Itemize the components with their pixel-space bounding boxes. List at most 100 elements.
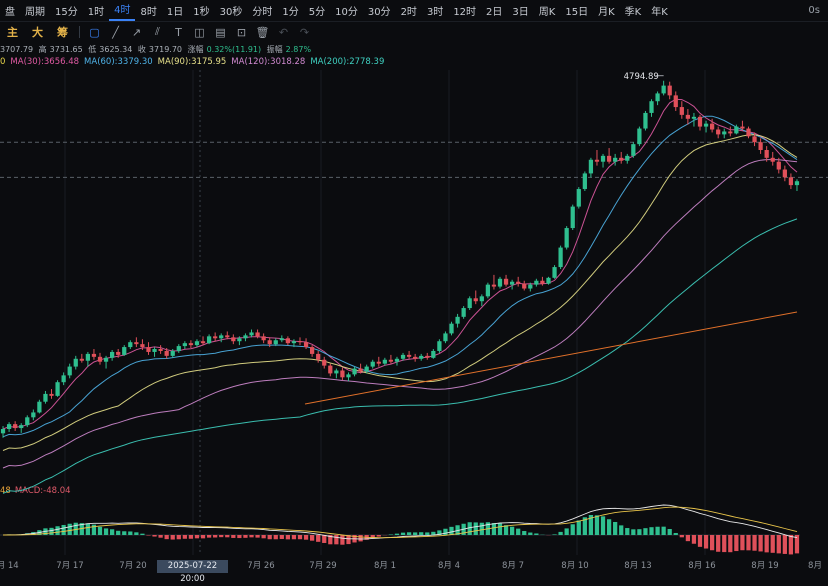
macd-bar	[262, 535, 266, 538]
candle-body	[37, 402, 41, 413]
candle-body	[213, 336, 217, 338]
candle-body	[31, 412, 35, 417]
macd-bar	[274, 535, 278, 539]
candle-body	[340, 370, 344, 377]
candle-body	[128, 342, 132, 347]
macd-bar	[377, 535, 381, 537]
candle-body	[1, 429, 5, 433]
macd-bar	[304, 535, 308, 540]
macd-bar	[183, 535, 187, 539]
x-tick-label: 8月 1	[374, 561, 396, 571]
candle-body	[262, 336, 266, 340]
candle-body	[316, 354, 320, 360]
macd-bar	[310, 535, 314, 541]
macd-bar	[316, 535, 320, 542]
candle-body	[49, 394, 53, 396]
macd-bar	[213, 535, 217, 538]
macd-bar	[746, 535, 750, 550]
candle-body	[631, 144, 635, 156]
candle-body	[571, 207, 575, 228]
candle-body	[25, 417, 29, 425]
macd-bar	[643, 528, 647, 535]
peak-price-label: 4794.89	[624, 72, 659, 82]
candle-body	[304, 342, 308, 347]
candle-body	[322, 360, 326, 366]
candle-body	[680, 107, 684, 115]
candle-body	[292, 341, 296, 343]
candle-body	[752, 136, 756, 142]
candle-body	[165, 351, 169, 356]
candle-body	[449, 324, 453, 334]
macd-bar	[255, 535, 259, 538]
candle-body	[443, 333, 447, 341]
macd-line	[3, 505, 797, 539]
candle-body	[62, 375, 66, 382]
candle-body	[637, 129, 641, 145]
x-tick-label: 7月 20	[119, 561, 146, 571]
macd-bar	[158, 535, 162, 538]
candle-body	[510, 282, 514, 285]
candle-body	[643, 113, 647, 129]
macd-bar	[122, 531, 126, 535]
macd-bar	[492, 523, 496, 535]
candle-body	[7, 424, 11, 429]
macd-bar	[680, 535, 684, 537]
macd-bar	[710, 535, 714, 550]
candle-body	[577, 189, 581, 207]
macd-bar	[425, 532, 429, 535]
candle-body	[765, 150, 769, 158]
price-chart[interactable]: 4794.897月 147月 177月 207月 267月 298月 18月 4…	[0, 0, 828, 580]
candle-body	[655, 93, 659, 101]
candle-body	[19, 425, 23, 428]
x-tick-label: 8月	[808, 561, 822, 571]
candle-body	[552, 267, 556, 278]
macd-bar	[686, 535, 690, 541]
candle-body	[268, 340, 272, 344]
macd-bar	[419, 532, 423, 535]
macd-bar	[649, 527, 653, 535]
candle-body	[704, 124, 708, 127]
candle-body	[419, 356, 423, 359]
candle-body	[498, 279, 502, 287]
candle-body	[771, 158, 775, 162]
macd-bar	[358, 535, 362, 541]
candle-body	[758, 142, 762, 150]
candle-body	[274, 340, 278, 344]
macd-bar	[698, 535, 702, 547]
ma-line-4	[3, 219, 797, 494]
macd-bar	[177, 535, 181, 539]
macd-bar	[334, 535, 338, 544]
candle-body	[328, 366, 332, 374]
macd-bar	[207, 535, 211, 538]
candle-body	[92, 354, 96, 357]
candle-body	[377, 362, 381, 364]
macd-bar	[577, 520, 581, 535]
candle-body	[407, 355, 411, 357]
macd-bar	[152, 535, 156, 537]
candle-body	[365, 367, 369, 372]
candle-body	[462, 308, 466, 317]
macd-bar	[522, 531, 526, 535]
macd-bar	[668, 529, 672, 535]
x-tick-label: 7月 29	[309, 561, 336, 571]
macd-bar	[619, 525, 623, 535]
candle-body	[649, 101, 653, 113]
candle-body	[110, 352, 114, 358]
candle-body	[480, 296, 484, 301]
candle-body	[795, 181, 799, 185]
candle-body	[746, 129, 750, 137]
macd-bar	[128, 531, 132, 535]
candle-body	[662, 86, 666, 94]
candle-body	[286, 338, 290, 343]
macd-bar	[516, 529, 520, 535]
macd-bar	[98, 527, 102, 535]
macd-bar	[231, 535, 235, 538]
macd-bar	[401, 533, 405, 535]
candle-body	[783, 170, 787, 178]
macd-bar	[237, 535, 241, 538]
macd-bar	[49, 528, 53, 535]
candle-body	[504, 279, 508, 285]
macd-bar	[571, 524, 575, 535]
candle-body	[583, 173, 587, 189]
ma-line-3	[3, 160, 797, 468]
